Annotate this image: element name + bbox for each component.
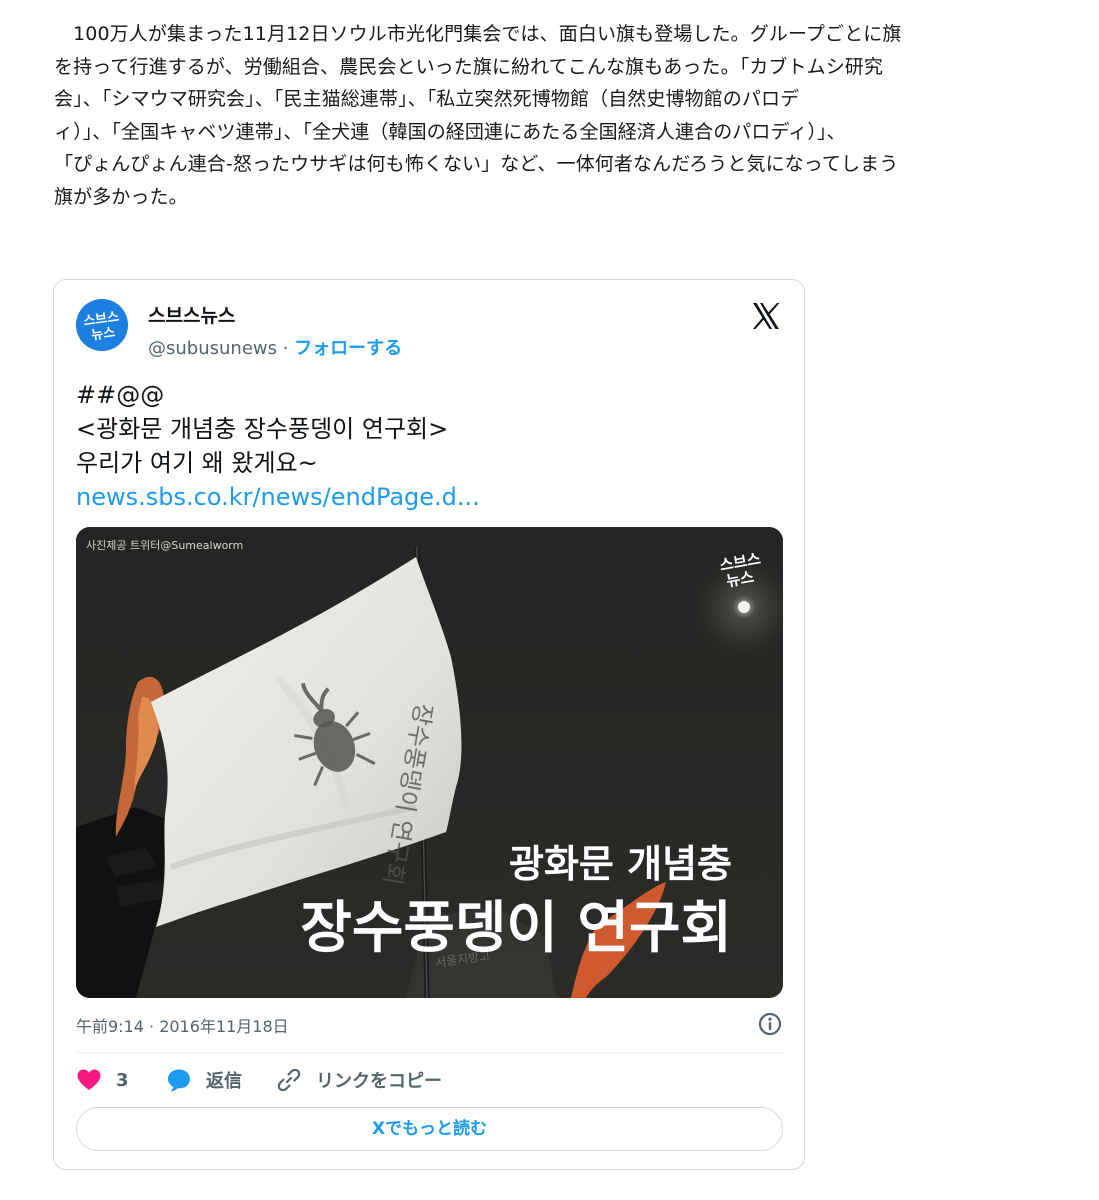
article-line: ィ）」、「全国キャベツ連帯」、「全犬連（韓国の経団連にあたる全国経済人連合のパロ… [54, 120, 846, 143]
read-more-on-x-button[interactable]: Xでもっと読む [76, 1107, 783, 1151]
media-photo: 서울지방고 장수풍뎅이 연구회 사진제공 트위터@Sumealworm 스브스 … [76, 527, 783, 998]
media-caption-line1: 광화문 개념충 [509, 842, 732, 886]
tweet-timestamp[interactable]: 午前9:14 · 2016年11月18日 [76, 1017, 289, 1036]
like-count: 3 [116, 1069, 129, 1091]
avatar[interactable]: 스브스 뉴스 [76, 299, 128, 351]
reply-button[interactable]: 返信 [166, 1067, 242, 1093]
speech-bubble-icon [168, 1069, 190, 1092]
divider [76, 1052, 783, 1053]
embedded-tweet-card: 스브스 뉴스 스브스뉴스 @subusunews · フォローする ##@@ <… [53, 279, 805, 1170]
article-line: 会」、「シマウマ研究会」、「民主猫総連帯」、「私立突然死博物館（自然史博物館のパ… [54, 88, 800, 111]
link-icon [277, 1068, 301, 1092]
reply-label: 返信 [206, 1071, 242, 1092]
copy-link-button[interactable]: リンクをコピー [276, 1067, 442, 1093]
author-name[interactable]: 스브스뉴스 [148, 301, 235, 328]
x-logo-icon[interactable] [750, 300, 782, 332]
follow-button[interactable]: フォローする [294, 338, 402, 359]
article-line: 100万人が集まった11月12日ソウル市光化門集会では、面白い旗も登場した。グル… [54, 23, 902, 45]
tweet-text-line: <광화문 개념충 장수풍뎅이 연구회> [76, 415, 449, 443]
info-icon[interactable] [757, 1011, 783, 1037]
article-line: 旗が多かった。 [54, 185, 188, 208]
tweet-text: ##@@ <광화문 개념충 장수풍뎅이 연구회> 우리가 여기 왜 왔게요~ n… [76, 378, 480, 514]
tweet-meta-row: 午前9:14 · 2016年11月18日 [76, 1011, 783, 1037]
photo-credit: 사진제공 트위터@Sumealworm [86, 539, 243, 552]
tweet-text-line: 우리가 여기 왜 왔게요~ [76, 449, 318, 477]
media-caption-line2: 장수풍뎅이 연구회 [300, 896, 732, 961]
tweet-text-line: ##@@ [76, 381, 165, 409]
author-handle-row: @subusunews · フォローする [148, 334, 402, 360]
article-line: を持って行進するが、労働組合、農民会といった旗に紛れてこんな旗もあった。「カブト… [54, 55, 884, 78]
heart-icon [77, 1069, 101, 1090]
author-handle[interactable]: @subusunews [148, 338, 277, 359]
article-paragraph: 100万人が集まった11月12日ソウル市光化門集会では、面白い旗も登場した。グル… [54, 18, 1044, 214]
separator-dot: · [277, 338, 295, 359]
copy-link-label: リンクをコピー [316, 1071, 442, 1092]
tweet-link[interactable]: news.sbs.co.kr/news/endPage.d... [76, 480, 480, 514]
tweet-media-image[interactable]: 서울지방고 장수풍뎅이 연구회 사진제공 트위터@Sumealworm 스브스 … [76, 527, 783, 998]
like-button[interactable]: 3 [76, 1067, 129, 1093]
article-line: 「ぴょんぴょん連合-怒ったウサギは何も怖くない」など、一体何者なんだろうと気にな… [54, 153, 899, 176]
avatar-logo: 스브스 뉴스 [76, 299, 128, 351]
tweet-actions: 3 返信 リンクをコピー [76, 1067, 783, 1093]
